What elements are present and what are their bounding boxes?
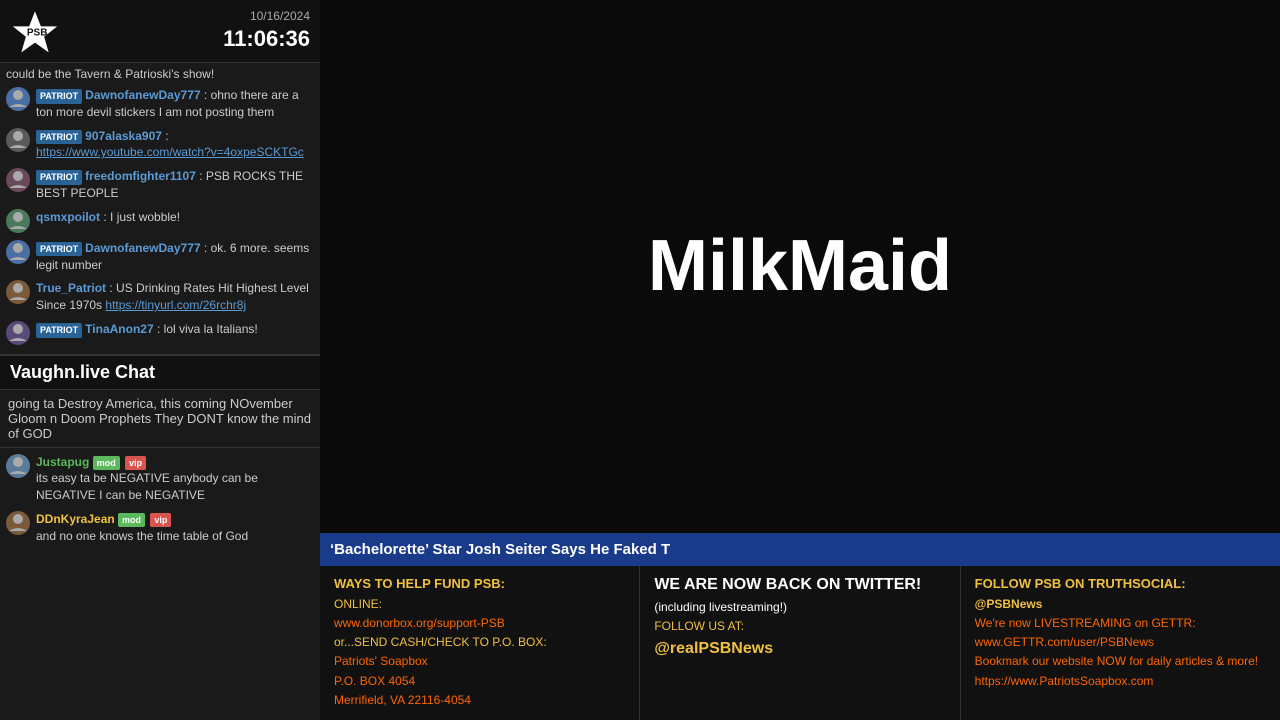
chat-link[interactable]: https://tinyurl.com/26rchr8j	[105, 298, 246, 312]
avatar	[6, 280, 30, 304]
badge-mod: mod	[93, 456, 120, 471]
chat-message: Justapug mod vip its easy ta be NEGATIVE…	[6, 454, 314, 504]
message-content: PATRIOTTinaAnon27 : lol viva la Italians…	[36, 321, 314, 338]
message-content: PATRIOTDawnofanewDay777 : ohno there are…	[36, 87, 314, 121]
badge-patriot: PATRIOT	[36, 323, 82, 338]
bottom-bar: WAYS TO HELP FUND PSB: ONLINE: www.donor…	[320, 566, 1280, 720]
username: freedomfighter1107	[85, 169, 196, 183]
message-content: PATRIOTfreedomfighter1107 : PSB ROCKS TH…	[36, 168, 314, 202]
badge-mod: mod	[118, 513, 145, 528]
date-display: 10/16/2024	[223, 9, 310, 25]
chat-message: PATRIOTDawnofanewDay777 : ok. 6 more. se…	[6, 240, 314, 274]
username: DDnKyraJean	[36, 512, 115, 526]
badge-vip: vip	[150, 513, 171, 528]
username: DawnofanewDay777	[85, 88, 200, 102]
psb-logo: PSB	[10, 6, 60, 56]
sidebar: PSB 10/16/2024 11:06:36 could be the Tav…	[0, 0, 320, 720]
badge-vip: vip	[125, 456, 146, 471]
fund-title: WAYS TO HELP FUND PSB:	[334, 576, 625, 591]
truthsocial-column: FOLLOW PSB ON TRUTHSOCIAL: @PSBNews We'r…	[961, 566, 1280, 720]
chat-message: PATRIOTDawnofanewDay777 : ohno there are…	[6, 87, 314, 121]
vaughn-banner: Vaughn.live Chat	[0, 354, 320, 390]
username: TinaAnon27	[85, 322, 153, 336]
big-chat-block: going ta Destroy America, this coming NO…	[0, 390, 320, 448]
avatar	[6, 321, 30, 345]
message-content: PATRIOTDawnofanewDay777 : ok. 6 more. se…	[36, 240, 314, 274]
main-content: MilkMaid ‘Bachelorette’ Star Josh Seiter…	[320, 0, 1280, 720]
fund-text: ONLINE: www.donorbox.org/support-PSB or.…	[334, 595, 625, 710]
svg-text:PSB: PSB	[27, 27, 48, 38]
message-content: DDnKyraJean mod vip and no one knows the…	[36, 511, 314, 545]
truthsocial-title: FOLLOW PSB ON TRUTHSOCIAL:	[975, 576, 1266, 591]
username: 907alaska907	[85, 129, 162, 143]
badge-patriot: PATRIOT	[36, 89, 82, 104]
vaughn-banner-title: Vaughn.live Chat	[10, 362, 310, 383]
username: DawnofanewDay777	[85, 241, 200, 255]
twitter-column: WE ARE NOW BACK ON TWITTER! (including l…	[640, 566, 960, 720]
chat-message: PATRIOTTinaAnon27 : lol viva la Italians…	[6, 321, 314, 345]
video-area: MilkMaid	[320, 0, 1280, 533]
avatar	[6, 168, 30, 192]
avatar	[6, 240, 30, 264]
fund-column: WAYS TO HELP FUND PSB: ONLINE: www.donor…	[320, 566, 640, 720]
chat-message: PATRIOTfreedomfighter1107 : PSB ROCKS TH…	[6, 168, 314, 202]
avatar	[6, 87, 30, 111]
ticker-bar: ‘Bachelorette’ Star Josh Seiter Says He …	[320, 533, 1280, 566]
po-box-label: or...SEND CASH/CHECK TO P.O. BOX:	[334, 635, 547, 649]
message-content: PATRIOT907alaska907 : https://www.youtub…	[36, 128, 314, 162]
username: True_Patriot	[36, 281, 106, 295]
chat-message: DDnKyraJean mod vip and no one knows the…	[6, 511, 314, 545]
time-display: 11:06:36	[223, 25, 310, 54]
chat-message: qsmxpoilot : I just wobble!	[6, 209, 314, 233]
message-content: True_Patriot : US Drinking Rates Hit Hig…	[36, 280, 314, 314]
truthsocial-text: @PSBNews We're now LIVESTREAMING on GETT…	[975, 595, 1266, 691]
badge-patriot: PATRIOT	[36, 242, 82, 257]
static-chat-msg: could be the Tavern & Patrioski's show!	[0, 63, 320, 81]
username: Justapug	[36, 455, 89, 469]
video-title: MilkMaid	[648, 225, 952, 307]
chat-message: PATRIOT907alaska907 : https://www.youtub…	[6, 128, 314, 162]
avatar	[6, 128, 30, 152]
badge-patriot: PATRIOT	[36, 170, 82, 185]
avatar	[6, 511, 30, 535]
twitter-title: WE ARE NOW BACK ON TWITTER!	[654, 576, 945, 594]
chat-message: True_Patriot : US Drinking Rates Hit Hig…	[6, 280, 314, 314]
chat-area-bottom[interactable]: Justapug mod vip its easy ta be NEGATIVE…	[0, 448, 320, 720]
twitter-text: (including livestreaming!) FOLLOW US AT:…	[654, 598, 945, 662]
sidebar-header: PSB 10/16/2024 11:06:36	[0, 0, 320, 63]
badge-patriot: PATRIOT	[36, 130, 82, 145]
online-label: ONLINE:	[334, 597, 382, 611]
datetime-area: 10/16/2024 11:06:36	[223, 9, 310, 53]
chat-area-top[interactable]: PATRIOTDawnofanewDay777 : ohno there are…	[0, 81, 320, 354]
logo-area: PSB	[10, 6, 60, 56]
username: qsmxpoilot	[36, 210, 100, 224]
avatar	[6, 454, 30, 478]
message-content: Justapug mod vip its easy ta be NEGATIVE…	[36, 454, 314, 504]
avatar	[6, 209, 30, 233]
message-content: qsmxpoilot : I just wobble!	[36, 209, 314, 226]
